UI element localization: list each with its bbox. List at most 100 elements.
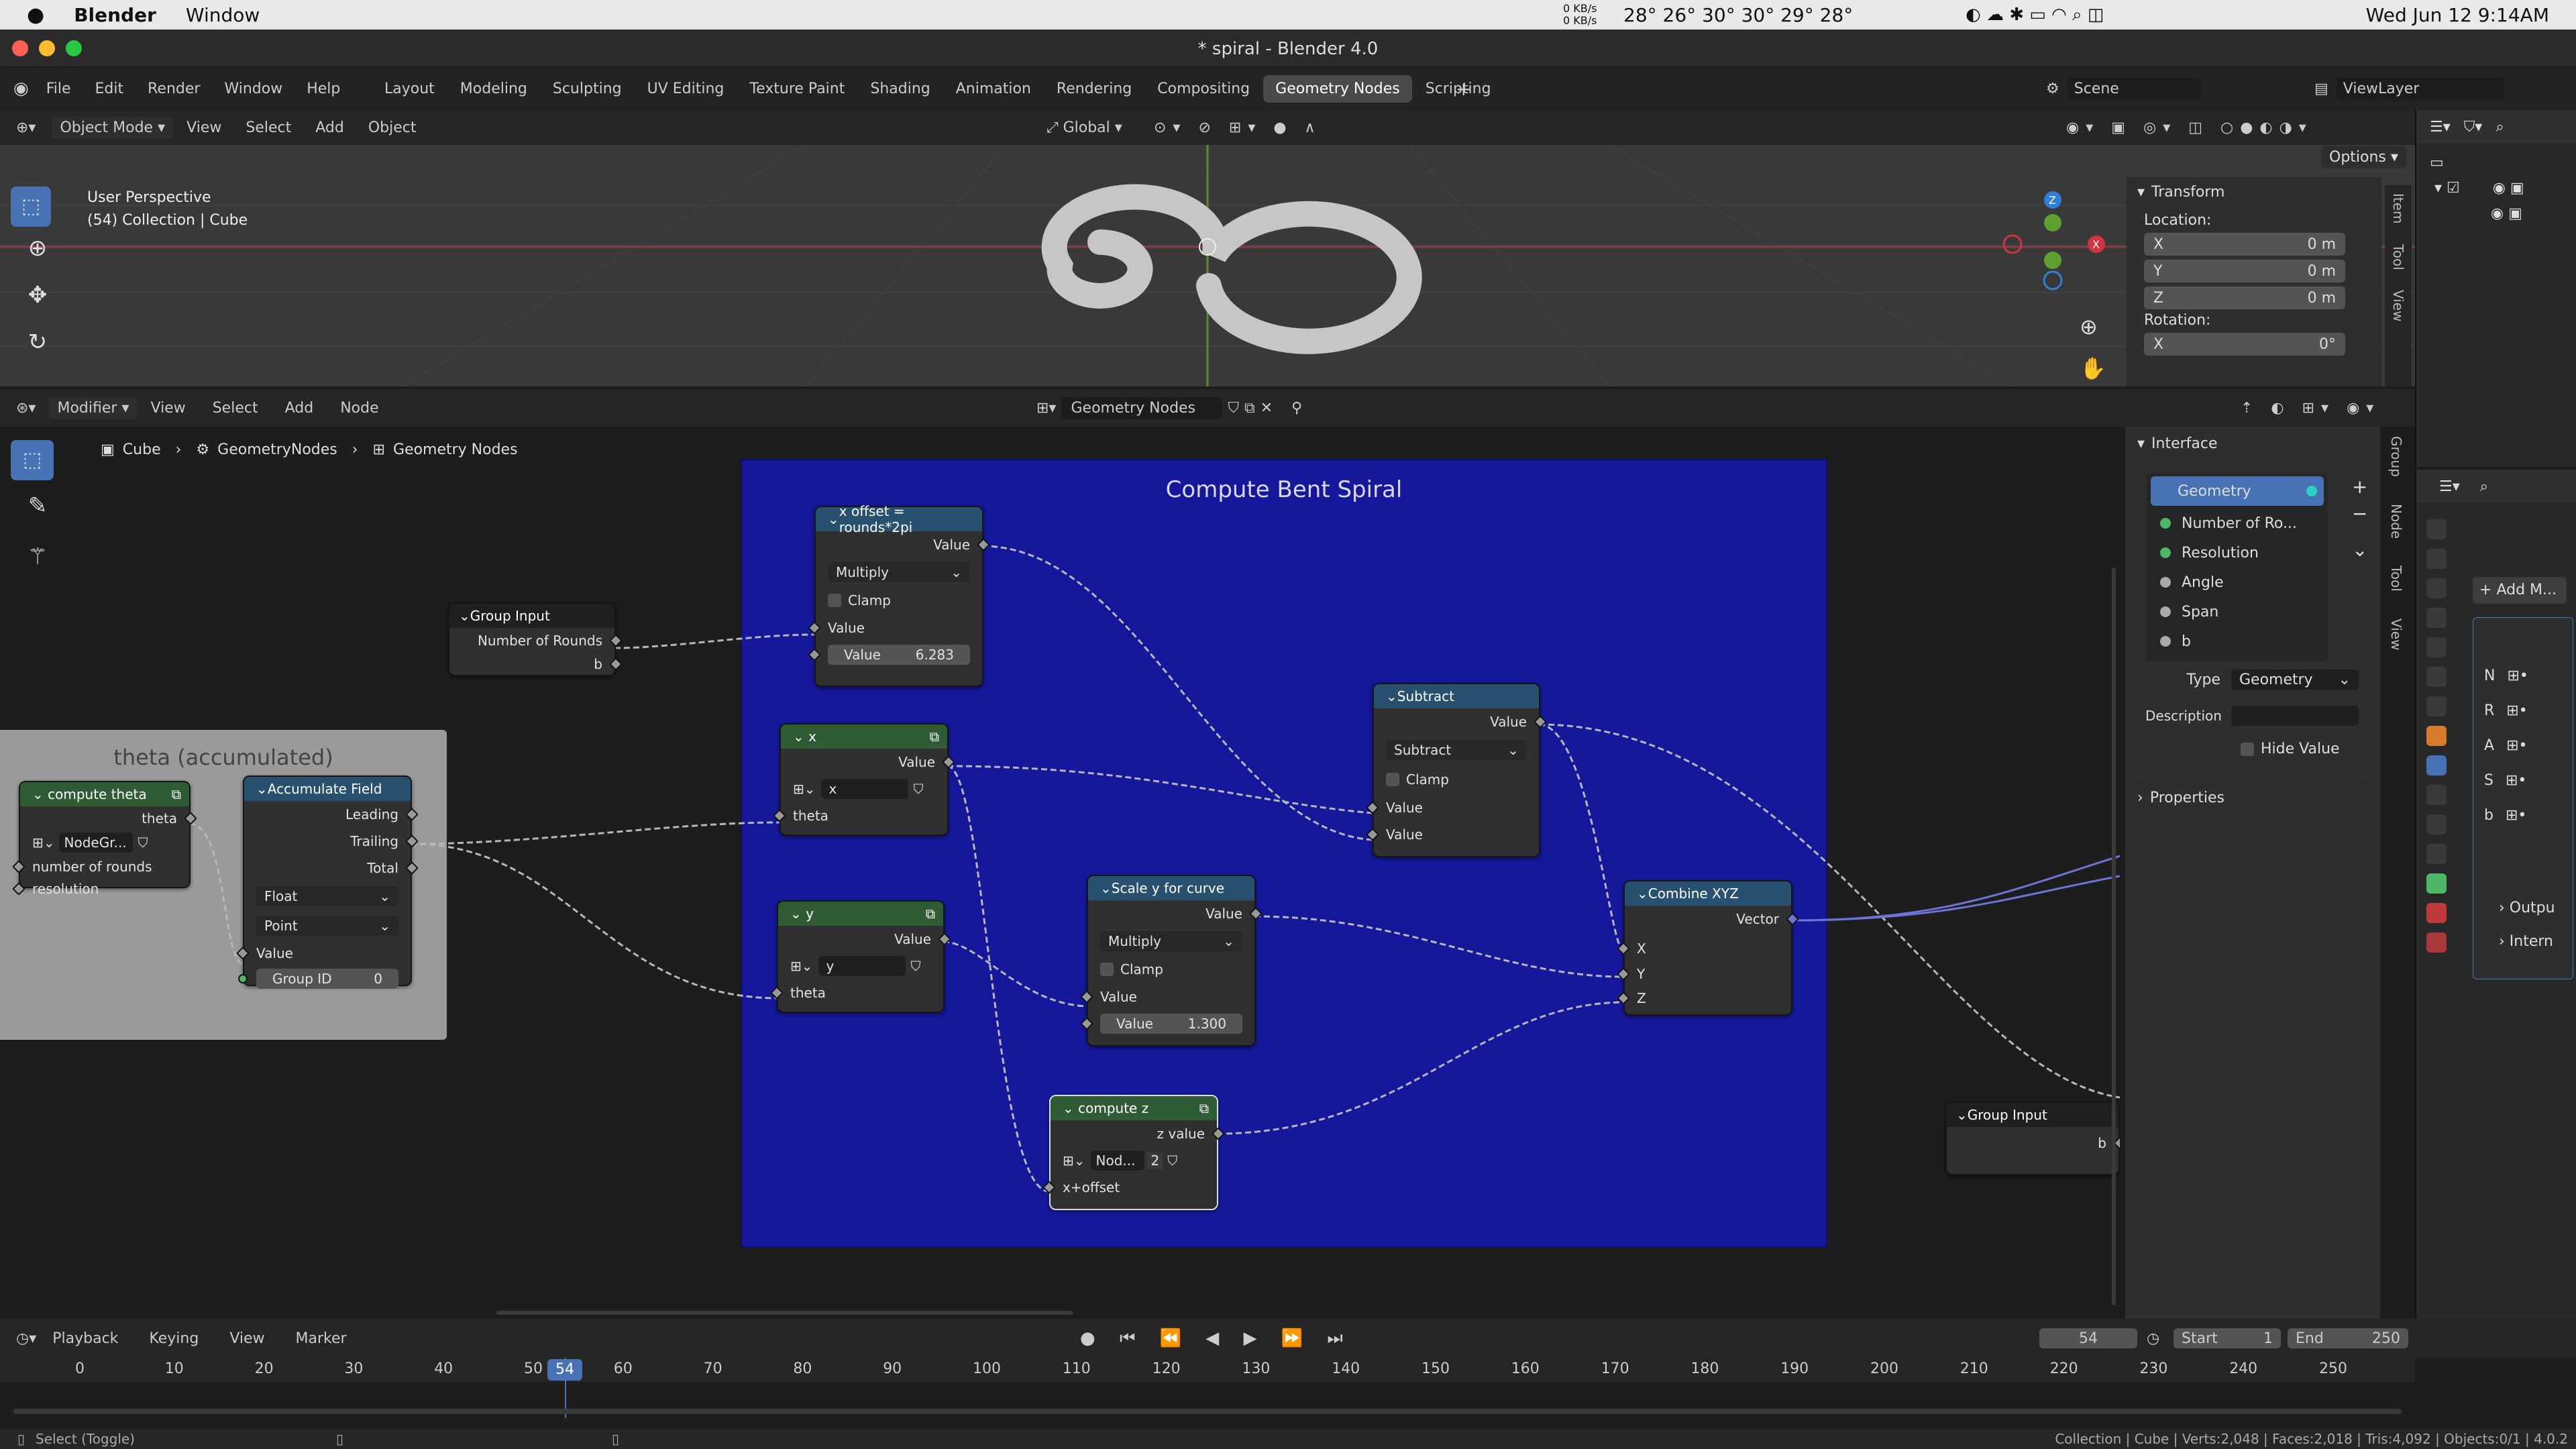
- add-workspace-button[interactable]: +: [1456, 78, 1471, 100]
- outliner-row-collection[interactable]: ▾ ☑ ◉ ▣: [2430, 176, 2563, 201]
- scene-field[interactable]: Scene: [2067, 77, 2202, 100]
- data-tab-icon[interactable]: [2426, 873, 2447, 894]
- viewport-nav-icons[interactable]: ⊕ ✋: [2080, 306, 2106, 386]
- modifier-input-row[interactable]: N ⊞•: [2473, 658, 2573, 693]
- user-count[interactable]: 2: [1146, 1152, 1164, 1169]
- menu-render[interactable]: Render: [148, 80, 200, 97]
- output-tab-icon[interactable]: [2426, 578, 2447, 598]
- workspace-tab-layout[interactable]: Layout: [372, 75, 447, 103]
- world-tab-icon[interactable]: [2426, 667, 2447, 687]
- value-field[interactable]: Value 1.300: [1100, 1014, 1242, 1034]
- playback-controls[interactable]: ● ⏮ ⏪ ◀ ▶ ⏩ ⏭: [1080, 1328, 1352, 1349]
- node-menu-select[interactable]: Select: [213, 400, 258, 417]
- scene-tab-icon[interactable]: [2426, 637, 2447, 657]
- timeline-area[interactable]: 0 10 20 30 40 50 60 70 80 90 100 110 120 130 140 150 160…: [0, 1358, 2576, 1429]
- input-attribute-toggle-icon[interactable]: ⊞•: [2506, 737, 2527, 754]
- outputs-subpanel[interactable]: › Outpu: [2499, 900, 2555, 916]
- outliner-filter-icon[interactable]: ⛉▾: [2464, 119, 2483, 136]
- clamp-checkbox[interactable]: [828, 594, 841, 607]
- sidebar-tab-view[interactable]: View: [2388, 619, 2404, 650]
- node-x-offset[interactable]: ⌄ x offset = rounds*2pi Value Multiply ⌄ …: [808, 503, 990, 687]
- properties-type-icon[interactable]: ☰▾: [2439, 478, 2460, 495]
- description-input[interactable]: [2231, 706, 2359, 726]
- timeline-menu-marker[interactable]: Marker: [296, 1330, 347, 1347]
- nodegroup-selector[interactable]: NodeGr...: [58, 833, 133, 853]
- node-tree-icon[interactable]: ⊞▾: [1036, 400, 1056, 417]
- workspace-tab-shading[interactable]: Shading: [858, 75, 942, 103]
- node-editor-canvas[interactable]: ⬚ ✎ ⚚ ▣ Cube › ⚙ GeometryNodes › ⊞ Geometry N…: [0, 427, 2120, 1326]
- fake-user-shield-icon[interactable]: ⛉: [914, 781, 924, 797]
- node-x[interactable]: ⌄ x ⧉ Value ⊞⌄ x ⛉ theta: [773, 723, 955, 836]
- modifier-input-row[interactable]: A ⊞•: [2473, 728, 2573, 763]
- workspace-tab-texture-paint[interactable]: Texture Paint: [737, 75, 857, 103]
- modifier-input-row[interactable]: S ⊞•: [2473, 763, 2573, 798]
- fake-user-shield-icon[interactable]: ⛉: [1167, 1152, 1177, 1169]
- socket-type-dropdown[interactable]: Geometry ⌄: [2231, 669, 2359, 690]
- node-group-input-1[interactable]: ⌄ Group Input Number of Rounds b: [448, 602, 623, 676]
- end-frame-field[interactable]: End 250: [2288, 1328, 2408, 1348]
- viewport-menu-select[interactable]: Select: [246, 119, 291, 136]
- npanel-tab-view[interactable]: View: [2390, 290, 2406, 321]
- node-subtract[interactable]: ⌄ Subtract Value Subtract ⌄ Clamp Value V…: [1366, 683, 1547, 857]
- nodegroup-selector[interactable]: Nod...: [1090, 1150, 1144, 1171]
- node-accumulate-field[interactable]: ⌄ Accumulate Field Leading Trailing Tota…: [236, 775, 419, 989]
- fake-user-shield-icon[interactable]: ⛉: [911, 958, 921, 974]
- expand-arrow-icon[interactable]: ›: [2137, 790, 2143, 806]
- node-compute-z[interactable]: ⌄ compute z ⧉ z value ⊞⌄ Nod... 2 ⛉ x+offset: [1042, 1095, 1225, 1210]
- modifier-input-row[interactable]: b ⊞•: [2473, 798, 2573, 833]
- input-attribute-toggle-icon[interactable]: ⊞•: [2506, 807, 2526, 824]
- internal-subpanel[interactable]: › Intern: [2499, 933, 2553, 950]
- domain-dropdown[interactable]: Point ⌄: [256, 916, 398, 936]
- material-tab-icon[interactable]: [2426, 903, 2447, 923]
- input-attribute-toggle-icon[interactable]: ⊞•: [2506, 702, 2527, 719]
- input-attribute-toggle-icon[interactable]: ⊞•: [2506, 772, 2526, 789]
- unlink-close-icon[interactable]: ✕: [1260, 400, 1273, 417]
- tool-tab-icon[interactable]: [2426, 519, 2447, 539]
- browse-icon[interactable]: ⊞⌄: [793, 781, 816, 797]
- blender-logo-icon[interactable]: ◉: [13, 78, 29, 99]
- nodegroup-selector[interactable]: y: [818, 956, 906, 976]
- workspace-tab-sculpting[interactable]: Sculpting: [541, 75, 634, 103]
- navigation-gizmo[interactable]: Z X: [1999, 189, 2106, 303]
- current-frame-field[interactable]: 54: [2039, 1328, 2137, 1348]
- value-field[interactable]: Value 6.283: [828, 645, 970, 665]
- workspace-tab-animation[interactable]: Animation: [944, 75, 1043, 103]
- app-menu[interactable]: Blender: [74, 4, 156, 26]
- cursor-icon[interactable]: ⊕: [11, 235, 64, 282]
- data-type-dropdown[interactable]: Float ⌄: [256, 886, 398, 906]
- interface-socket-item[interactable]: Angle: [2147, 568, 2328, 597]
- playhead-frame[interactable]: 54: [547, 1359, 582, 1381]
- editor-type-icon[interactable]: ⊕▾: [16, 119, 36, 136]
- timeline-menu-playback[interactable]: Playback: [52, 1330, 118, 1347]
- timeline-scrollbar[interactable]: [13, 1409, 2402, 1414]
- interface-socket-item[interactable]: Span: [2147, 597, 2328, 627]
- add-socket-button[interactable]: +: [2352, 474, 2367, 500]
- location-x-field[interactable]: X0 m: [2144, 233, 2345, 256]
- constraints-tab-icon[interactable]: [2426, 844, 2447, 864]
- browse-icon[interactable]: ⊞⌄: [1063, 1152, 1085, 1169]
- location-y-field[interactable]: Y0 m: [2144, 260, 2345, 282]
- outliner-search-icon[interactable]: ⌕: [2496, 119, 2504, 136]
- npanel-tab-item[interactable]: Item: [2390, 193, 2406, 224]
- sidebar-tab-tool[interactable]: Tool: [2388, 566, 2404, 592]
- pan-hand-icon[interactable]: ✋: [2080, 347, 2106, 386]
- interface-socket-item[interactable]: Geometry: [2151, 476, 2324, 506]
- viewport-menu-view[interactable]: View: [186, 119, 221, 136]
- workspace-tab-modeling[interactable]: Modeling: [448, 75, 539, 103]
- outliner-type-icon[interactable]: ☰▾: [2430, 119, 2451, 136]
- menu-window[interactable]: Window: [224, 80, 282, 97]
- options-dropdown[interactable]: Options ▾: [2321, 146, 2406, 168]
- workspace-tab-rendering[interactable]: Rendering: [1044, 75, 1144, 103]
- interface-socket-item[interactable]: b: [2147, 627, 2328, 656]
- outliner[interactable]: ☰▾ ⛉▾ ⌕ ▭ ▾ ☑ ◉ ▣ ◉ ▣: [2415, 110, 2576, 467]
- operation-dropdown[interactable]: Subtract ⌄: [1386, 740, 1527, 760]
- menu-file[interactable]: File: [46, 80, 71, 97]
- select-box-icon[interactable]: ⬚: [11, 186, 51, 227]
- collapse-arrow-icon[interactable]: ▾: [2137, 435, 2145, 452]
- timeline-editor-type-icon[interactable]: ◷▾: [16, 1330, 36, 1347]
- snapping-icons[interactable]: ⊙▾ ⊘ ⊞▾ ● ∧: [1154, 119, 1322, 136]
- modifier-tab-icon[interactable]: [2426, 755, 2447, 775]
- npanel-tab-tool[interactable]: Tool: [2390, 244, 2406, 270]
- horizontal-scrollbar[interactable]: [496, 1311, 1073, 1315]
- workspace-tab-geometry-nodes[interactable]: Geometry Nodes: [1263, 74, 1412, 103]
